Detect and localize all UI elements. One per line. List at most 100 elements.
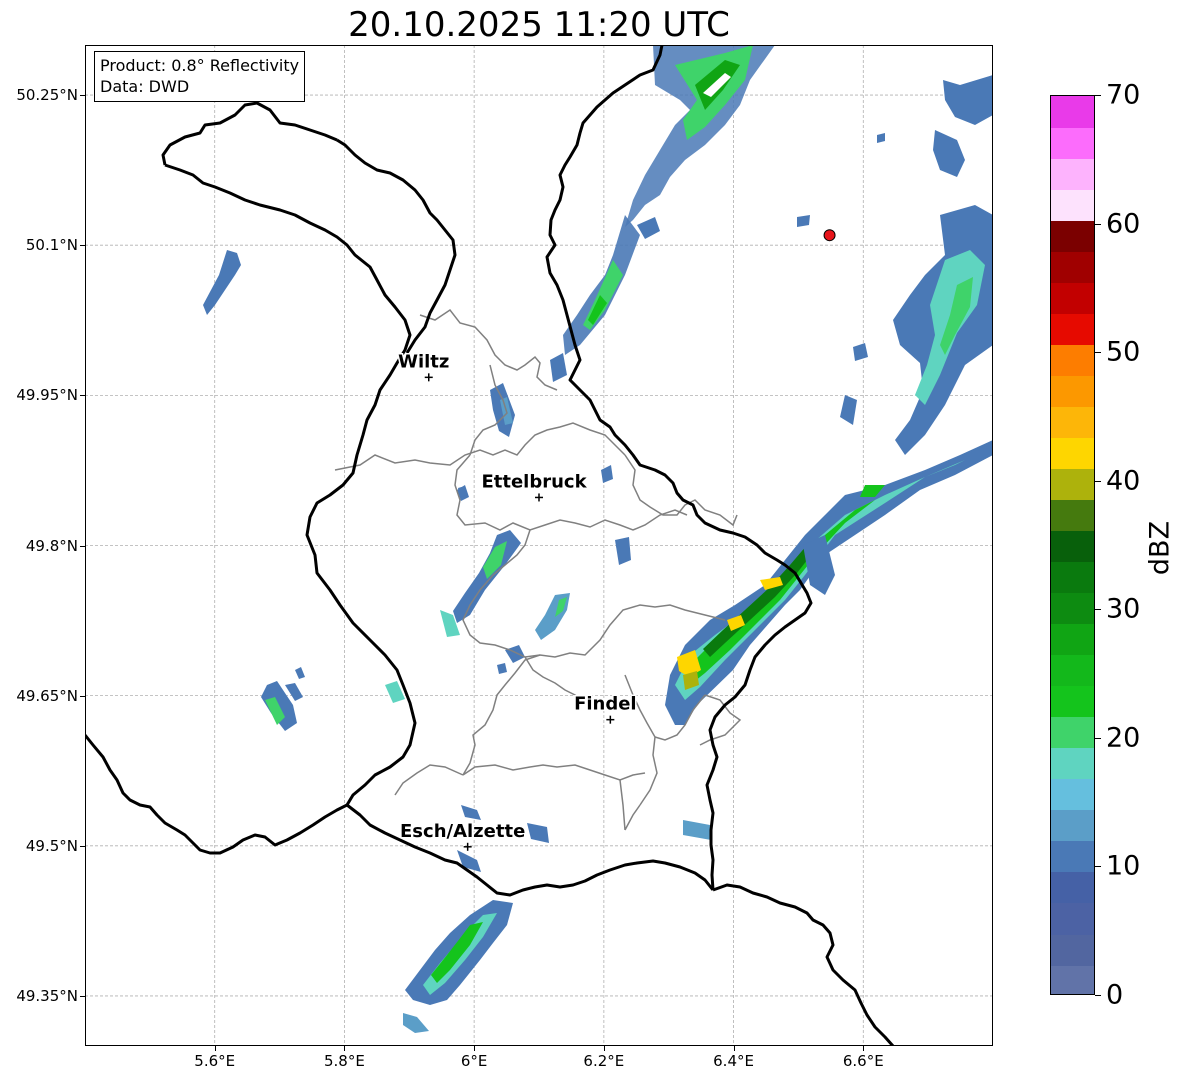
colorbar-segment <box>1051 344 1094 376</box>
colorbar-segment <box>1051 592 1094 625</box>
colorbar-tick-label: 20 <box>1106 722 1141 754</box>
lat-tick <box>80 545 85 547</box>
colorbar-segment <box>1051 840 1094 873</box>
lon-tick <box>474 1046 476 1051</box>
colorbar-segment <box>1051 778 1094 811</box>
colorbar-segment <box>1051 902 1094 935</box>
echo-center-6 <box>497 663 507 674</box>
echo-ne-7 <box>877 133 885 143</box>
canton-boundary-14 <box>624 804 641 831</box>
colorbar-segment <box>1051 251 1094 283</box>
lon-tick-label: 6.4°E <box>713 1052 754 1070</box>
colorbar-segment <box>1051 561 1094 594</box>
echo-south-2 <box>457 850 481 872</box>
colorbar-tick-label: 30 <box>1106 593 1141 625</box>
lat-tick-label: 50.1°N <box>25 236 78 255</box>
colorbar-tick-label: 40 <box>1106 465 1141 497</box>
colorbar-segment <box>1051 468 1094 501</box>
lat-tick-label: 49.35°N <box>16 986 78 1005</box>
colorbar-segment <box>1051 964 1094 994</box>
lat-tick <box>80 395 85 397</box>
chart-title: 20.10.2025 11:20 UTC <box>348 5 730 45</box>
colorbar-segment <box>1051 96 1094 128</box>
border-germany-france-east <box>712 883 895 1046</box>
colorbar-tick <box>1095 609 1101 611</box>
colorbar-segment <box>1051 716 1094 749</box>
colorbar-tick <box>1095 866 1101 868</box>
colorbar-segment <box>1051 375 1094 407</box>
colorbar-segment <box>1051 499 1094 532</box>
lat-tick-label: 50.25°N <box>16 86 78 105</box>
canton-boundary-1 <box>334 422 626 471</box>
colorbar-tick-label: 10 <box>1106 850 1141 882</box>
lat-tick <box>80 95 85 97</box>
colorbar-segment <box>1051 933 1094 966</box>
canton-boundary-13 <box>394 764 464 796</box>
lat-tick <box>80 245 85 247</box>
canton-boundary-11 <box>699 694 742 746</box>
gridlines <box>85 45 993 1046</box>
colorbar-segment <box>1051 747 1094 780</box>
border-belgium-france-west <box>85 734 348 855</box>
canton-boundary-4 <box>454 454 688 531</box>
colorbar-segment <box>1051 220 1094 252</box>
city-marker: Wiltz <box>397 350 451 382</box>
lat-tick-label: 49.5°N <box>25 836 78 855</box>
radar-map[interactable]: Wiltz Ettelbruck Findel Esch/Alzette <box>85 45 993 1046</box>
lat-tick-label: 49.8°N <box>25 536 78 555</box>
border-luxembourg-france-south <box>346 803 715 897</box>
map-canvas[interactable]: Wiltz Ettelbruck Findel Esch/Alzette <box>85 45 993 1046</box>
lon-tick-label: 6.6°E <box>842 1052 884 1070</box>
echo-south-3 <box>527 823 549 843</box>
colorbar-segment <box>1051 654 1094 687</box>
colorbar-tick <box>1095 480 1101 482</box>
lon-tick <box>863 1046 865 1051</box>
colorbar-tick-label: 60 <box>1106 208 1141 240</box>
colorbar-segment <box>1051 127 1094 159</box>
colorbar-segment <box>1051 406 1094 438</box>
radar-site-layer <box>823 229 836 242</box>
product-text: Product: 0.8° Reflectivity <box>100 56 300 75</box>
colorbar-segment <box>1051 158 1094 190</box>
lat-tick-label: 49.95°N <box>16 386 78 405</box>
echo-west-5 <box>295 667 305 679</box>
lon-tick-label: 5.6°E <box>194 1052 236 1070</box>
lat-tick <box>80 995 85 997</box>
echo-small-1 <box>637 217 660 239</box>
data-source-text: Data: DWD <box>100 77 190 96</box>
colorbar-tick-label: 50 <box>1106 336 1141 368</box>
city-label: Wiltz <box>398 351 449 372</box>
lon-tick <box>603 1046 605 1051</box>
colorbar-tick-label: 0 <box>1106 979 1124 1011</box>
colorbar-tick <box>1095 223 1101 225</box>
echo-ne-5 <box>853 343 868 361</box>
lon-tick <box>344 1046 346 1051</box>
echo-south-4 <box>683 820 711 840</box>
colorbar-segment <box>1051 871 1094 904</box>
city-label: Findel <box>574 694 637 715</box>
lon-tick <box>214 1046 216 1051</box>
colorbar-tick <box>1095 352 1101 354</box>
colorbar-tick <box>1095 995 1101 996</box>
city-markers: Wiltz Ettelbruck Findel Esch/Alzette <box>397 350 638 851</box>
city-label: Esch/Alzette <box>400 821 525 842</box>
lon-tick-label: 5.8°E <box>324 1052 365 1070</box>
canton-boundary-2 <box>419 308 558 391</box>
echo-center-8 <box>601 465 613 483</box>
city-marker: Ettelbruck <box>480 470 589 502</box>
city-label: Ettelbruck <box>481 471 587 492</box>
border-luxembourg-north-tip <box>336 138 457 354</box>
echo-south-5 <box>403 1013 429 1033</box>
canton-boundary-8 <box>462 764 646 781</box>
lat-tick <box>80 845 85 847</box>
canton-boundaries <box>334 308 742 831</box>
border-luxembourg-germany-north <box>545 45 813 891</box>
echo-squall-darkgreen <box>703 545 815 657</box>
colorbar-title: dBZ <box>1144 520 1176 576</box>
colorbar-segment <box>1051 189 1094 221</box>
lon-tick <box>733 1046 735 1051</box>
border-belgium-west-upper <box>161 101 338 166</box>
colorbar-tick <box>1095 95 1101 96</box>
colorbar-segment <box>1051 437 1094 469</box>
colorbar-segment <box>1051 530 1094 563</box>
